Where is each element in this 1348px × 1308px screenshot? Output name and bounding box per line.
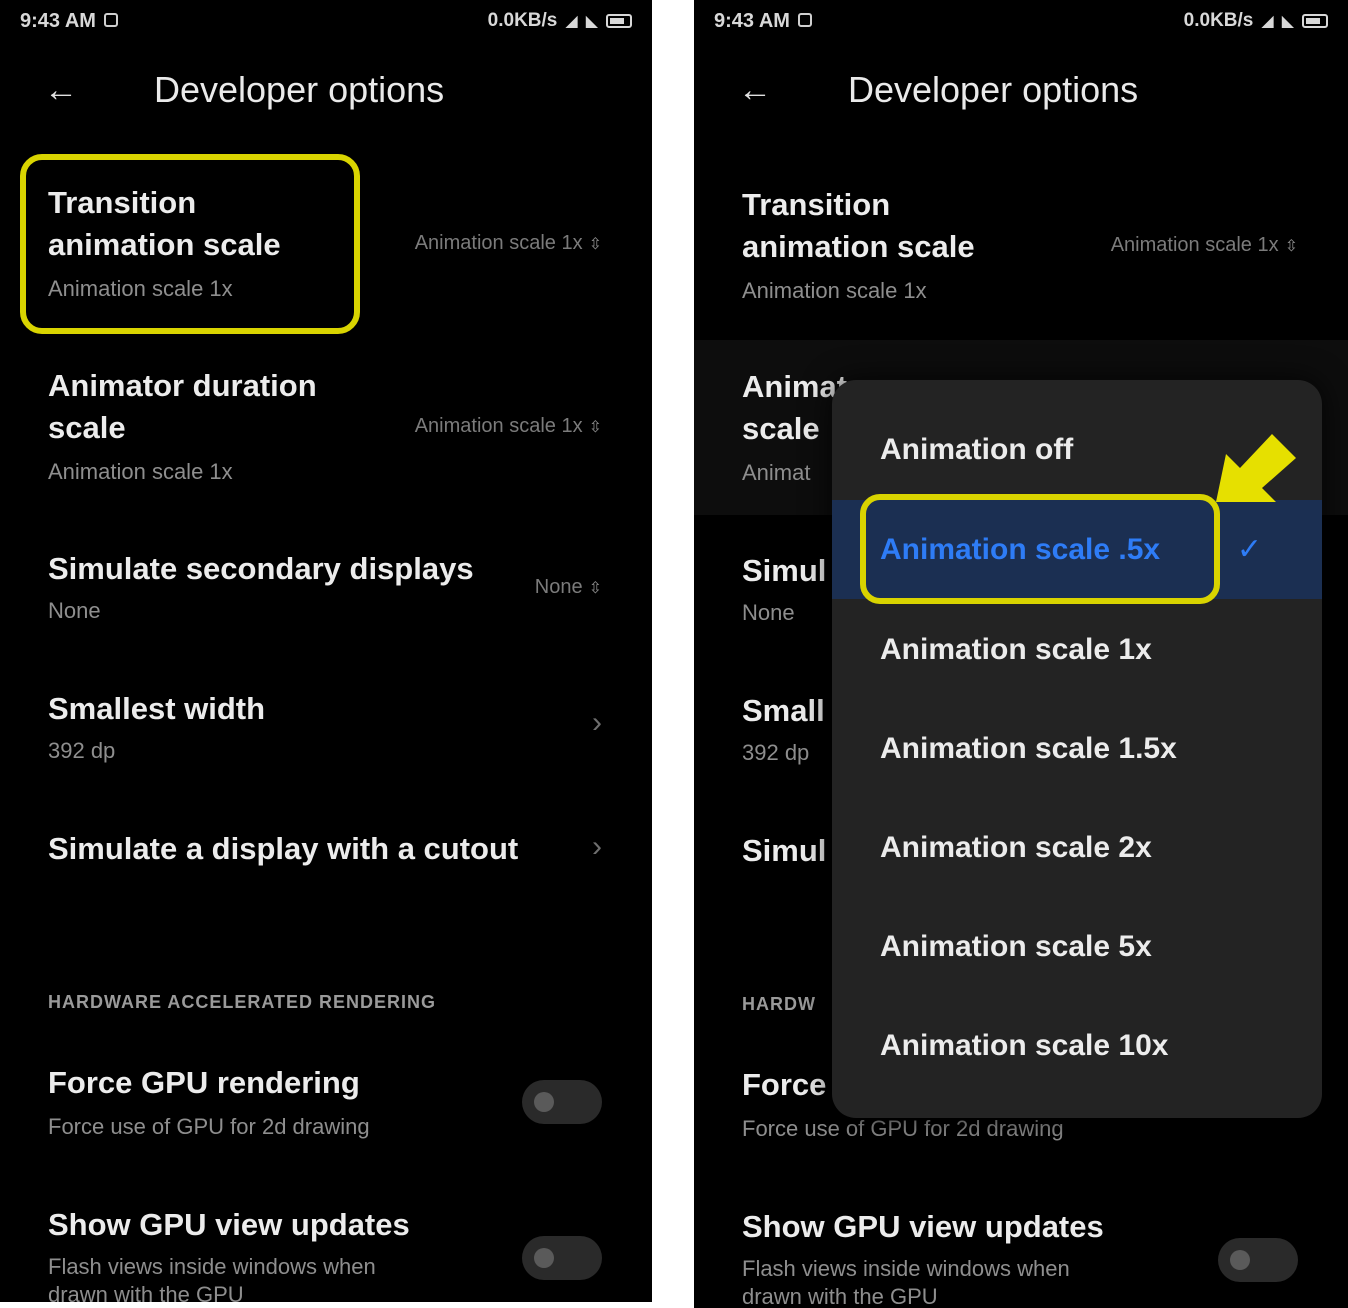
updown-arrows-icon: ⇳ xyxy=(588,235,602,253)
phone-screen-left: 9:43 AM 0.0KB/s ◢ ◣ ← Developer options … xyxy=(0,0,652,1302)
pref-title-line2: scale xyxy=(742,411,820,446)
check-icon: ✓ xyxy=(1236,533,1262,566)
toggle-knob xyxy=(534,1248,554,1268)
dropdown-option-scale-5x[interactable]: Animation scale 5x xyxy=(832,897,1322,996)
pref-summary: 392 dp xyxy=(742,740,810,765)
network-speed: 0.0KB/s xyxy=(1183,10,1254,31)
pref-title-line2: animation scale xyxy=(48,227,281,262)
pref-title-line2: scale xyxy=(48,410,126,445)
status-time: 9:43 AM xyxy=(714,9,790,32)
pref-summary: Animation scale 1x xyxy=(742,278,927,303)
status-bar: 9:43 AM 0.0KB/s ◢ ◣ xyxy=(714,6,1328,36)
pref-value-text: Animation scale 1x xyxy=(414,232,583,254)
dropdown-option-scale-2x[interactable]: Animation scale 2x xyxy=(832,798,1322,897)
app-bar: ← Developer options xyxy=(0,60,652,120)
pref-summary: Animat xyxy=(742,460,811,485)
wifi-icon: ◣ xyxy=(585,13,598,30)
toggle-switch[interactable] xyxy=(522,1236,602,1280)
pref-simulate-secondary-displays[interactable]: Simulate secondary displays None None ⇳ xyxy=(0,548,652,628)
pref-title-line1: Transition xyxy=(742,187,891,222)
app-bar: ← Developer options xyxy=(694,60,1348,120)
battery-icon xyxy=(1302,14,1328,28)
pref-show-gpu-view-updates[interactable]: Show GPU view updates Flash views inside… xyxy=(694,1206,1348,1308)
dropdown-option-scale-1-5x[interactable]: Animation scale 1.5x xyxy=(832,699,1322,798)
pref-value-text: Animation scale 1x xyxy=(414,415,583,437)
updown-arrows-icon: ⇳ xyxy=(1284,237,1298,255)
pref-summary: None xyxy=(48,598,101,623)
pref-title-line1: Transition xyxy=(48,185,197,220)
pref-value-text: Animation scale 1x xyxy=(1110,234,1279,256)
pref-value: Animation scale 1x ⇳ xyxy=(415,415,602,438)
pref-title: Force GPU rendering xyxy=(48,1065,360,1100)
pref-animator-duration-scale[interactable]: Animator duration scale Animation scale … xyxy=(0,365,652,495)
pref-force-gpu-rendering[interactable]: Force GPU rendering Force use of GPU for… xyxy=(0,1062,652,1152)
pref-title-line2: animation scale xyxy=(742,229,975,264)
section-header: HARDW xyxy=(742,994,816,1014)
page-title: Developer options xyxy=(848,69,1139,110)
back-arrow-icon[interactable]: ← xyxy=(738,71,786,110)
network-speed: 0.0KB/s xyxy=(487,10,558,31)
alarm-icon xyxy=(797,12,812,27)
updown-arrows-icon: ⇳ xyxy=(588,418,602,436)
pref-title: Force xyxy=(742,1067,827,1102)
signal-icon: ◢ xyxy=(1261,13,1274,30)
pref-title: Show GPU view updates xyxy=(48,1207,410,1242)
wifi-icon: ◣ xyxy=(1281,13,1294,30)
pref-summary-line2: drawn with the GPU xyxy=(742,1284,938,1308)
pref-summary: Flash views inside windows when xyxy=(48,1254,376,1279)
toggle-switch[interactable] xyxy=(522,1080,602,1124)
status-bar: 9:43 AM 0.0KB/s ◢ ◣ xyxy=(20,6,632,36)
status-time: 9:43 AM xyxy=(20,9,96,32)
pref-show-gpu-view-updates[interactable]: Show GPU view updates Flash views inside… xyxy=(0,1204,652,1302)
yellow-arrow-icon xyxy=(1216,434,1296,502)
chevron-right-icon: › xyxy=(592,706,602,739)
pref-value-text: None xyxy=(534,576,583,598)
pref-title: Show GPU view updates xyxy=(742,1209,1104,1244)
pref-value: None ⇳ xyxy=(535,576,602,599)
dropdown-option-scale-10x[interactable]: Animation scale 10x xyxy=(832,996,1322,1095)
pref-title: Simul xyxy=(742,833,827,868)
page-title: Developer options xyxy=(154,69,445,110)
pref-value: Animation scale 1x ⇳ xyxy=(415,232,602,255)
toggle-knob xyxy=(534,1092,554,1112)
battery-icon xyxy=(606,14,632,28)
dropdown-option-selected[interactable]: Animation scale .5x ✓ xyxy=(832,500,1322,599)
pref-summary: None xyxy=(742,600,795,625)
phone-screen-right: 9:43 AM 0.0KB/s ◢ ◣ ← Developer options … xyxy=(694,0,1348,1308)
back-arrow-icon[interactable]: ← xyxy=(44,71,92,110)
toggle-knob xyxy=(1230,1250,1250,1270)
pref-title: Small xyxy=(742,693,825,728)
updown-arrows-icon: ⇳ xyxy=(588,579,602,597)
pref-transition-animation-scale[interactable]: Transition animation scale Animation sca… xyxy=(0,180,652,320)
pref-value: Animation scale 1x ⇳ xyxy=(1111,234,1298,257)
section-header: HARDWARE ACCELERATED RENDERING xyxy=(48,992,437,1012)
dropdown-option-scale-1x[interactable]: Animation scale 1x xyxy=(832,600,1322,699)
pref-summary-line2: drawn with the GPU xyxy=(48,1282,244,1302)
pref-summary: Force use of GPU for 2d drawing xyxy=(742,1116,1064,1141)
pref-summary: Animation scale 1x xyxy=(48,276,233,301)
pref-summary: Animation scale 1x xyxy=(48,459,233,484)
alarm-icon xyxy=(103,12,118,27)
pref-simulate-display-cutout[interactable]: Simulate a display with a cutout › xyxy=(0,828,652,888)
pref-title: Simul xyxy=(742,553,827,588)
pref-title-line1: Animator duration xyxy=(48,368,317,403)
pref-summary: 392 dp xyxy=(48,738,116,763)
pref-smallest-width[interactable]: Smallest width 392 dp › xyxy=(0,688,652,768)
pref-summary: Flash views inside windows when xyxy=(742,1256,1070,1281)
pref-transition-animation-scale[interactable]: Transition animation scale Animation sca… xyxy=(694,182,1348,322)
pref-title: Smallest width xyxy=(48,691,266,726)
dropdown-option-label: Animation scale .5x xyxy=(880,532,1161,566)
pref-summary: Force use of GPU for 2d drawing xyxy=(48,1114,370,1139)
chevron-right-icon: › xyxy=(592,830,602,863)
pref-title: Simulate a display with a cutout xyxy=(48,831,519,866)
toggle-switch[interactable] xyxy=(1218,1238,1298,1282)
pref-title: Simulate secondary displays xyxy=(48,551,474,586)
signal-icon: ◢ xyxy=(565,13,578,30)
